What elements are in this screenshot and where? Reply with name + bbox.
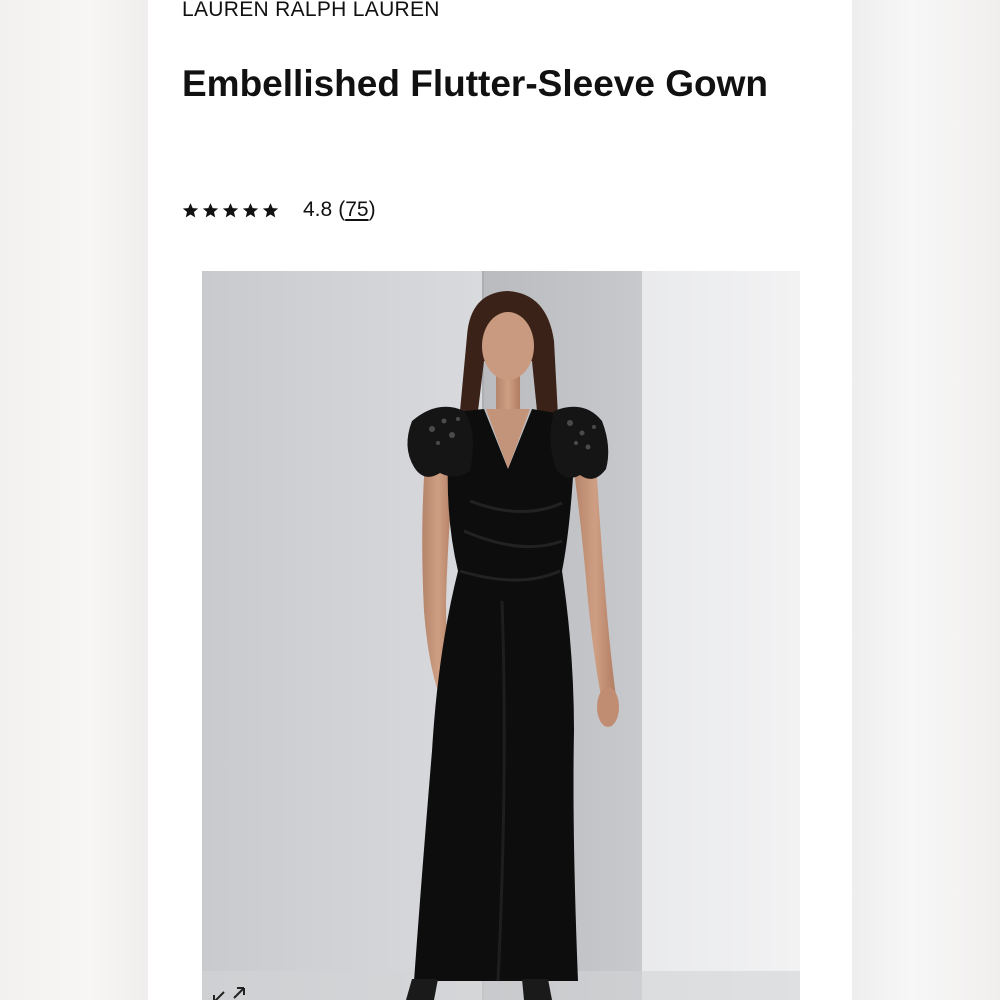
star-icon: [222, 202, 239, 217]
gown-photo: [202, 271, 800, 1000]
rating-score: 4.8: [303, 198, 333, 221]
expand-icon[interactable]: [212, 986, 246, 1000]
review-count-link[interactable]: 75: [345, 198, 368, 222]
product-rating[interactable]: 4.8 (75): [182, 194, 376, 226]
right-blurred-background: [852, 0, 1000, 1000]
product-image[interactable]: [202, 271, 800, 1000]
star-icon: [182, 202, 199, 217]
product-page: LAUREN RALPH LAUREN Embellished Flutter-…: [148, 0, 852, 1000]
product-title: Embellished Flutter-Sleeve Gown: [182, 63, 768, 104]
paren-close: ): [368, 198, 376, 221]
star-icon: [202, 202, 219, 217]
brand-name[interactable]: LAUREN RALPH LAUREN: [182, 0, 440, 22]
star-rating: [182, 202, 279, 219]
star-icon: [242, 202, 259, 217]
star-icon: [262, 202, 279, 217]
left-blurred-background: [0, 0, 148, 1000]
paren-open: (: [338, 198, 346, 221]
